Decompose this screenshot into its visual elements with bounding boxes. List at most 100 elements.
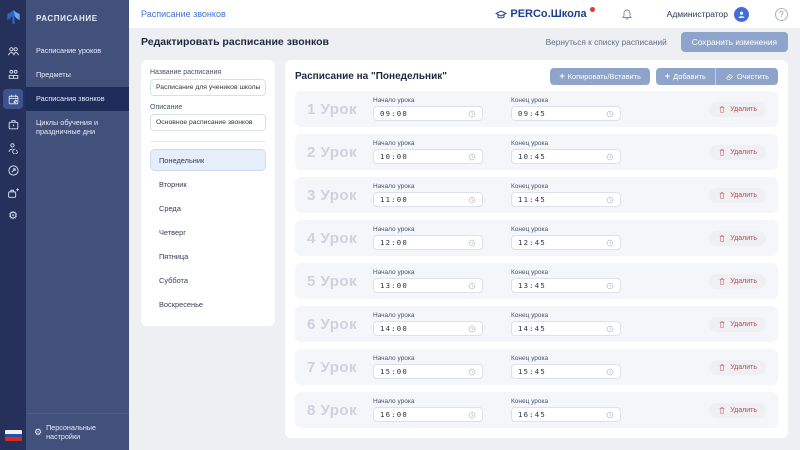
delete-lesson-button[interactable]: Удалить <box>709 273 766 289</box>
end-time-input[interactable]: 11:45 <box>511 192 621 207</box>
lesson-number: 7 Урок <box>307 358 358 376</box>
schedule-form-panel: Название расписания Описание Понедельник… <box>141 60 275 326</box>
start-time-label: Начало урока <box>373 398 415 405</box>
trash-icon <box>719 191 725 199</box>
start-time-label: Начало урока <box>373 140 415 147</box>
start-time-input[interactable]: 09:00 <box>373 106 483 121</box>
clock-icon <box>606 239 614 246</box>
delete-label: Удалить <box>730 277 757 285</box>
start-time-input[interactable]: 13:00 <box>373 278 483 293</box>
end-time-input[interactable]: 10:45 <box>511 149 621 164</box>
start-time-input[interactable]: 15:00 <box>373 364 483 379</box>
lesson-row: 8 Урок Начало урока 16:00 Конец урока 16… <box>295 392 778 428</box>
help-button[interactable]: ? <box>775 7 788 21</box>
add-button[interactable]: + Добавить <box>656 68 715 85</box>
sidebar-item[interactable]: Расписания звонков <box>26 86 129 111</box>
description-input[interactable] <box>150 114 266 131</box>
end-time-input[interactable]: 12:45 <box>511 235 621 250</box>
day-schedule-heading: Расписание на "Понедельник" <box>295 71 447 82</box>
back-to-list-link[interactable]: Вернуться к списку расписаний <box>546 37 667 47</box>
end-time-input[interactable]: 13:45 <box>511 278 621 293</box>
users-icon[interactable] <box>3 43 23 59</box>
delete-lesson-button[interactable]: Удалить <box>709 359 766 375</box>
bell-icon[interactable] <box>621 8 633 21</box>
copy-paste-button[interactable]: + Копировать/Вставить <box>550 68 650 85</box>
lesson-number: 5 Урок <box>307 272 358 290</box>
end-time-label: Конец урока <box>511 97 549 104</box>
start-time-label: Начало урока <box>373 355 415 362</box>
icon-rail: ⚙ <box>0 0 26 450</box>
start-time-input[interactable]: 11:00 <box>373 192 483 207</box>
share-arrow-icon[interactable] <box>3 162 23 178</box>
delete-lesson-button[interactable]: Удалить <box>709 402 766 418</box>
schedule-name-input[interactable] <box>150 79 266 96</box>
end-time-input[interactable]: 15:45 <box>511 364 621 379</box>
clock-icon <box>606 110 614 117</box>
trash-icon <box>719 148 725 156</box>
badge-plus-icon[interactable] <box>3 185 23 201</box>
user-menu[interactable]: Администратор <box>667 6 749 22</box>
sidebar-item[interactable]: Предметы <box>26 63 129 87</box>
user-clock-icon[interactable] <box>3 139 23 155</box>
breadcrumb[interactable]: Расписание звонков <box>141 9 226 19</box>
delete-lesson-button[interactable]: Удалить <box>709 144 766 160</box>
day-item[interactable]: Пятница <box>150 245 266 267</box>
day-item[interactable]: Понедельник <box>150 149 266 171</box>
action-bar: Редактировать расписание звонков Вернуть… <box>129 28 800 55</box>
clock-icon <box>468 411 476 418</box>
day-item[interactable]: Вторник <box>150 173 266 195</box>
day-item[interactable]: Четверг <box>150 221 266 243</box>
avatar <box>734 6 749 22</box>
end-time-value: 15:45 <box>518 367 546 376</box>
start-time-input[interactable]: 14:00 <box>373 321 483 336</box>
clock-icon <box>606 368 614 375</box>
sidebar-item[interactable]: Циклы обучения и праздничные дни <box>26 111 129 145</box>
day-item[interactable]: Суббота <box>150 269 266 291</box>
school-cap-icon <box>495 9 508 18</box>
delete-lesson-button[interactable]: Удалить <box>709 101 766 117</box>
lesson-row: 1 Урок Начало урока 09:00 Конец урока 09… <box>295 91 778 127</box>
top-bar: Расписание звонков PERCo.Школа Администр… <box>129 0 800 28</box>
content: Название расписания Описание Понедельник… <box>129 55 800 450</box>
clock-icon <box>606 325 614 332</box>
badge-icon[interactable] <box>3 116 23 132</box>
delete-lesson-button[interactable]: Удалить <box>709 316 766 332</box>
start-time-input[interactable]: 10:00 <box>373 149 483 164</box>
clock-icon <box>468 196 476 203</box>
start-time-input[interactable]: 12:00 <box>373 235 483 250</box>
plus-icon: + <box>664 71 671 81</box>
save-button[interactable]: Сохранить изменения <box>680 31 788 52</box>
person-icon <box>738 11 745 18</box>
delete-label: Удалить <box>730 105 757 113</box>
end-time-label: Конец урока <box>511 269 549 276</box>
end-time-input[interactable]: 16:45 <box>511 407 621 422</box>
delete-lesson-button[interactable]: Удалить <box>709 230 766 246</box>
delete-label: Удалить <box>730 363 757 371</box>
gear-icon[interactable]: ⚙ <box>3 208 23 224</box>
lesson-row: 4 Урок Начало урока 12:00 Конец урока 12… <box>295 220 778 256</box>
end-time-label: Конец урока <box>511 398 549 405</box>
personal-settings-button[interactable]: ⚙ Персональные настройки <box>26 413 129 450</box>
sidebar-item[interactable]: Расписание уроков <box>26 39 129 63</box>
start-time-label: Начало урока <box>373 97 415 104</box>
end-time-input[interactable]: 14:45 <box>511 321 621 336</box>
russia-flag-icon[interactable] <box>4 430 22 441</box>
day-item[interactable]: Среда <box>150 197 266 219</box>
copy-paste-label: Копировать/Вставить <box>567 72 641 81</box>
delete-lesson-button[interactable]: Удалить <box>709 187 766 203</box>
main-area: Расписание звонков PERCo.Школа Администр… <box>129 0 800 450</box>
end-time-input[interactable]: 09:45 <box>511 106 621 121</box>
start-time-value: 14:00 <box>380 324 408 333</box>
user-group-icon[interactable] <box>3 66 23 82</box>
day-item[interactable]: Воскресенье <box>150 293 266 315</box>
end-time-label: Конец урока <box>511 312 549 319</box>
clear-button[interactable]: Очистить <box>714 68 778 85</box>
schedule-calendar-icon[interactable] <box>3 89 23 109</box>
lesson-rows: 1 Урок Начало урока 09:00 Конец урока 09… <box>295 91 778 428</box>
clock-icon <box>468 282 476 289</box>
clock-icon <box>606 411 614 418</box>
app-window: ⚙ РАСПИСАНИЕ Расписание уроков Предметы Ра… <box>0 0 800 450</box>
notification-dot <box>589 6 595 12</box>
start-time-input[interactable]: 16:00 <box>373 407 483 422</box>
sidebar: РАСПИСАНИЕ Расписание уроков Предметы Расп… <box>26 0 129 450</box>
